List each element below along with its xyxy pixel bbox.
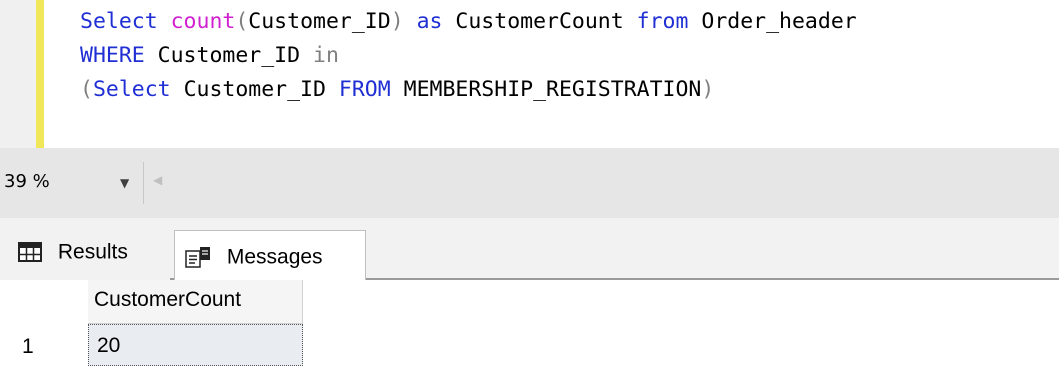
code-token: Customer_ID: [157, 43, 314, 68]
code-token: CustomerCount: [455, 9, 637, 34]
code-token: Customer_ID: [248, 9, 391, 34]
scroll-left-icon[interactable]: ◀: [153, 173, 162, 187]
code-token: count: [170, 9, 236, 34]
sql-code[interactable]: Select count(Customer_ID) as CustomerCou…: [80, 5, 857, 107]
code-token: in: [313, 43, 339, 68]
tab-results-label: Results: [57, 240, 128, 264]
tab-messages[interactable]: Messages: [174, 230, 366, 280]
code-token: Select: [80, 9, 171, 34]
scrollbar-divider: [143, 162, 144, 204]
code-token: as: [416, 9, 456, 34]
code-token: MEMBERSHIP_REGISTRATION: [403, 77, 702, 102]
code-token: Order_header: [701, 9, 857, 34]
result-tabs: Results Messages: [0, 218, 1059, 280]
code-token: ): [390, 9, 417, 34]
code-token: FROM: [338, 77, 404, 102]
query-editor[interactable]: Select count(Customer_ID) as CustomerCou…: [0, 0, 1059, 148]
code-token: from: [636, 9, 702, 34]
change-tracking-bar: [36, 0, 44, 148]
chevron-down-icon[interactable]: ▼: [120, 176, 129, 190]
code-token: (: [235, 9, 249, 34]
code-token: Customer_ID: [183, 77, 339, 102]
tab-results[interactable]: Results: [0, 230, 170, 280]
tab-messages-label: Messages: [226, 245, 323, 269]
code-token: (: [80, 77, 93, 102]
code-token: Select: [92, 77, 184, 102]
code-line[interactable]: WHERE Customer_ID in: [80, 39, 857, 73]
grid-icon: [18, 242, 42, 263]
editor-gutter: [0, 0, 36, 148]
row-number[interactable]: 1: [22, 335, 34, 359]
code-line[interactable]: (Select Customer_ID FROM MEMBERSHIP_REGI…: [80, 73, 857, 107]
messages-icon: [185, 247, 210, 269]
code-token: ): [701, 77, 715, 102]
column-header-customercount[interactable]: CustomerCount: [88, 280, 303, 324]
code-line[interactable]: Select count(Customer_ID) as CustomerCou…: [80, 5, 857, 39]
results-grid: CustomerCount 1 20: [0, 280, 1059, 373]
code-token: WHERE: [80, 43, 158, 68]
zoom-scroll-strip: 39 % ▼ ◀: [0, 148, 1059, 218]
result-cell[interactable]: 20: [88, 324, 303, 366]
zoom-level: 39 %: [4, 171, 50, 192]
